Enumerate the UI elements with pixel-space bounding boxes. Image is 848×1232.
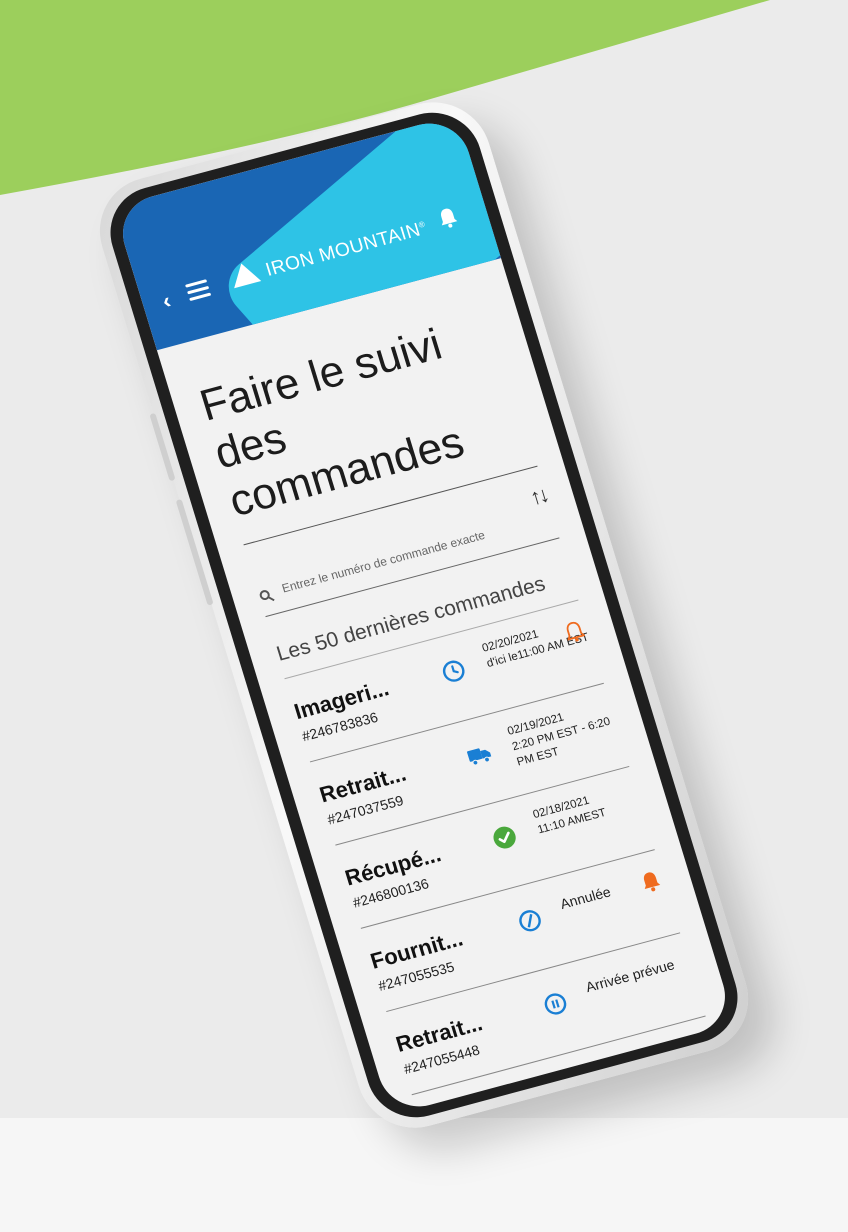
- phone-device: ‹ IRON MOUNTAIN® Faire le suivi des comm…: [85, 89, 763, 1141]
- chevron-left-icon[interactable]: ‹: [159, 288, 174, 315]
- bell-filled-icon[interactable]: [639, 868, 663, 894]
- order-status: 02/19/2021 2:20 PM EST - 6:20 PM EST: [506, 697, 622, 770]
- order-status-label: Annulée: [558, 883, 613, 912]
- cancelled-circle-icon: [519, 910, 541, 932]
- sort-arrows-icon[interactable]: ↑↓: [527, 482, 550, 511]
- order-status: Annulée: [558, 883, 612, 912]
- floor-surface: [0, 1118, 848, 1232]
- search-icon: [259, 590, 275, 602]
- brand-registered-mark: ®: [417, 219, 427, 230]
- app-screen: ‹ IRON MOUNTAIN® Faire le suivi des comm…: [113, 114, 735, 1116]
- brand-logo: IRON MOUNTAIN®: [227, 215, 430, 291]
- order-status-label: Arrivée prévue: [583, 956, 677, 996]
- hamburger-menu-icon[interactable]: [184, 275, 213, 305]
- order-status: Arrivée prévue: [584, 956, 677, 995]
- mountain-logo-icon: [227, 259, 262, 289]
- check-circle-icon: [493, 826, 516, 849]
- truck-icon: [467, 748, 492, 766]
- brand-name: IRON MOUNTAIN: [263, 219, 424, 281]
- clock-icon: [442, 660, 465, 682]
- bell-icon[interactable]: [436, 205, 460, 231]
- page-title: Faire le suivi des commandes: [194, 319, 470, 527]
- order-status: 02/18/2021 11:10 AMEST: [531, 790, 608, 839]
- pause-circle-icon: [544, 993, 567, 1015]
